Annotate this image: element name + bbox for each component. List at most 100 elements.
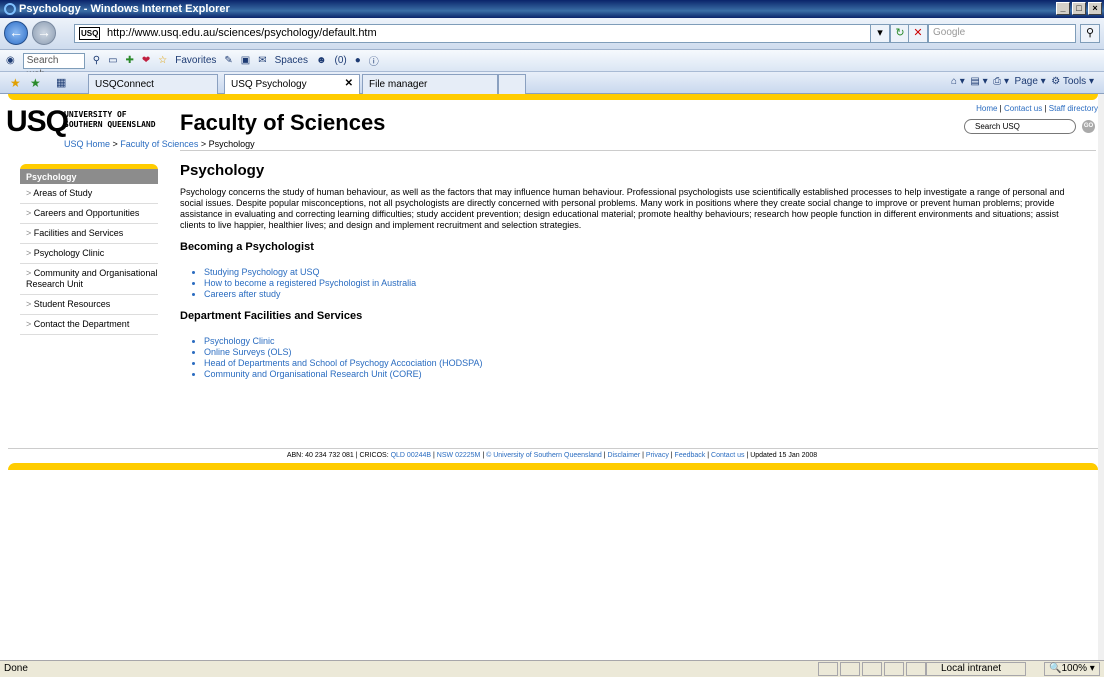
globe-icon[interactable]: ● <box>355 55 361 66</box>
favorites-button[interactable]: Favorites <box>175 55 216 66</box>
nav-facilities[interactable]: > Facilities and Services <box>20 224 158 244</box>
page-content: USQ UNIVERSITY OF SOUTHERN QUEENSLAND Fa… <box>0 94 1104 660</box>
nav-psychology-clinic[interactable]: > Psychology Clinic <box>20 244 158 264</box>
intro-paragraph: Psychology concerns the study of human b… <box>180 187 1065 230</box>
window-titlebar: Psychology - Windows Internet Explorer _… <box>0 0 1104 18</box>
site-search-input[interactable]: Search USQ <box>964 119 1076 134</box>
feedback-link[interactable]: Feedback <box>675 452 706 459</box>
home-icon[interactable]: ⌂ <box>951 76 957 87</box>
command-bar: ⌂ ▾ ▤ ▾ ⎙ ▾ Page ▾ ⚙ Tools ▾ <box>950 76 1094 87</box>
disclaimer-link[interactable]: Disclaimer <box>607 452 640 459</box>
list-item[interactable]: How to become a registered Psychologist … <box>204 278 1080 289</box>
tab-file-manager[interactable]: File manager <box>362 74 498 94</box>
site-title: Faculty of Sciences <box>180 110 386 135</box>
search-icon[interactable]: ⚲ <box>1080 24 1100 43</box>
breadcrumb-faculty[interactable]: Faculty of Sciences <box>120 139 198 149</box>
nav-careers[interactable]: > Careers and Opportunities <box>20 204 158 224</box>
close-tab-icon[interactable]: ✕ <box>345 78 353 89</box>
breadcrumb-current: Psychology <box>208 139 255 149</box>
plus-icon[interactable]: ✚ <box>126 55 134 66</box>
qld-cricos-link[interactable]: QLD 00244B <box>391 452 431 459</box>
back-button[interactable]: ← <box>4 21 28 45</box>
window-title: Psychology - Windows Internet Explorer <box>19 3 230 15</box>
list-item[interactable]: Psychology Clinic <box>204 336 1080 347</box>
links-toolbar: ◉ Search web... ⚲ ▭ ✚ ❤ ☆ Favorites ✎ ▣ … <box>0 50 1104 80</box>
privacy-link[interactable]: Privacy <box>646 452 669 459</box>
nsw-cricos-link[interactable]: NSW 02225M <box>437 452 481 459</box>
facilities-links: Psychology Clinic Online Surveys (OLS) H… <box>204 336 1080 380</box>
tools-menu[interactable]: ⚙ Tools ▾ <box>1051 76 1094 87</box>
toolbar-search-input[interactable]: Search web... <box>22 52 85 80</box>
url-input[interactable]: USQ http://www.usq.edu.au/sciences/psych… <box>74 24 926 43</box>
url-text: http://www.usq.edu.au/sciences/psycholog… <box>107 27 377 39</box>
highlight-icon[interactable]: ▭ <box>108 55 117 66</box>
star-icon[interactable]: ☆ <box>158 55 167 66</box>
status-panel <box>840 662 860 676</box>
divider <box>180 150 1096 151</box>
tab-psychology[interactable]: USQ Psychology ✕ <box>224 74 360 94</box>
status-bar: Done Local intranet 🔍100% ▾ <box>0 660 1104 677</box>
people-count[interactable]: (0) <box>335 55 347 66</box>
spaces-button[interactable]: Spaces <box>275 55 308 66</box>
nav-community-research[interactable]: > Community and Organisational Research … <box>20 264 158 295</box>
new-tab-button[interactable] <box>498 74 526 94</box>
list-item[interactable]: Head of Departments and School of Psycho… <box>204 358 1080 369</box>
nav-contact-department[interactable]: > Contact the Department <box>20 315 158 335</box>
staff-directory-link[interactable]: Staff directory <box>1049 104 1098 113</box>
people-icon[interactable]: ☻ <box>316 55 327 66</box>
tab-bar: ★ ★ ▦ USQConnect USQ Psychology ✕ File m… <box>0 72 1104 94</box>
left-nav-heading[interactable]: Psychology <box>20 164 158 184</box>
list-item[interactable]: Careers after study <box>204 289 1080 300</box>
tab-label: USQ Psychology <box>231 79 307 90</box>
contact-us-link[interactable]: Contact us <box>711 452 744 459</box>
list-item[interactable]: Online Surveys (OLS) <box>204 347 1080 358</box>
zoom-control[interactable]: 🔍100% ▾ <box>1044 662 1100 676</box>
maximize-button[interactable]: □ <box>1072 2 1086 15</box>
web-search-input[interactable]: Google <box>928 24 1076 43</box>
contact-link[interactable]: Contact us <box>1004 104 1042 113</box>
print-icon[interactable]: ⎙ <box>993 76 1001 87</box>
usq-logo[interactable]: USQ <box>6 107 69 137</box>
home-link[interactable]: Home <box>976 104 997 113</box>
stop-icon[interactable]: ✕ <box>908 24 928 43</box>
tab-usqconnect[interactable]: USQConnect <box>88 74 218 94</box>
usq-favicon-icon: USQ <box>79 27 101 40</box>
add-favorite-icon[interactable]: ★ <box>30 76 41 90</box>
tab-label: USQConnect <box>95 79 154 90</box>
status-panel <box>818 662 838 676</box>
heart-icon[interactable]: ❤ <box>142 55 150 66</box>
forward-button[interactable]: → <box>32 21 56 45</box>
footer-divider <box>8 448 1098 449</box>
security-zone[interactable]: Local intranet <box>926 662 1026 676</box>
go-button[interactable]: GO <box>1082 120 1095 133</box>
list-item[interactable]: Community and Organisational Research Un… <box>204 369 1080 380</box>
minimize-button[interactable]: _ <box>1056 2 1070 15</box>
url-dropdown-button[interactable]: ▾ <box>870 24 890 43</box>
footer: ABN: 40 234 732 081 | CRICOS: QLD 00244B… <box>286 452 818 459</box>
breadcrumb-usq-home[interactable]: USQ Home <box>64 139 110 149</box>
close-window-button[interactable]: × <box>1088 2 1102 15</box>
status-text: Done <box>4 663 28 674</box>
refresh-icon[interactable]: ↻ <box>890 24 910 43</box>
quick-tabs-icon[interactable]: ▦ <box>56 76 66 89</box>
nav-student-resources[interactable]: > Student Resources <box>20 295 158 315</box>
favorites-star-icon[interactable]: ★ <box>10 76 21 90</box>
section-heading-becoming: Becoming a Psychologist <box>180 241 314 253</box>
list-item[interactable]: Studying Psychology at USQ <box>204 267 1080 278</box>
copyright-link[interactable]: © University of Southern Queensland <box>486 452 602 459</box>
breadcrumb: USQ Home > Faculty of Sciences > Psychol… <box>64 139 255 149</box>
feeds-icon[interactable]: ▤ <box>970 76 979 87</box>
nav-areas-of-study[interactable]: > Areas of Study <box>20 184 158 204</box>
toolbar-search-icon[interactable]: ⚲ <box>93 55 100 66</box>
help-icon[interactable]: ⓘ <box>369 53 379 68</box>
top-accent-stripe <box>8 94 1098 100</box>
section-heading-facilities: Department Facilities and Services <box>180 310 363 322</box>
mail-icon[interactable]: ✉ <box>258 55 266 66</box>
pencil-icon[interactable]: ✎ <box>224 55 232 66</box>
top-links: Home | Contact us | Staff directory <box>976 104 1098 113</box>
note-icon[interactable]: ▣ <box>241 55 250 66</box>
toolbar-logo-icon: ◉ <box>6 55 15 66</box>
page-menu[interactable]: Page ▾ <box>1015 76 1046 87</box>
vertical-scrollbar[interactable] <box>1098 94 1104 660</box>
page-title: Psychology <box>180 162 265 179</box>
